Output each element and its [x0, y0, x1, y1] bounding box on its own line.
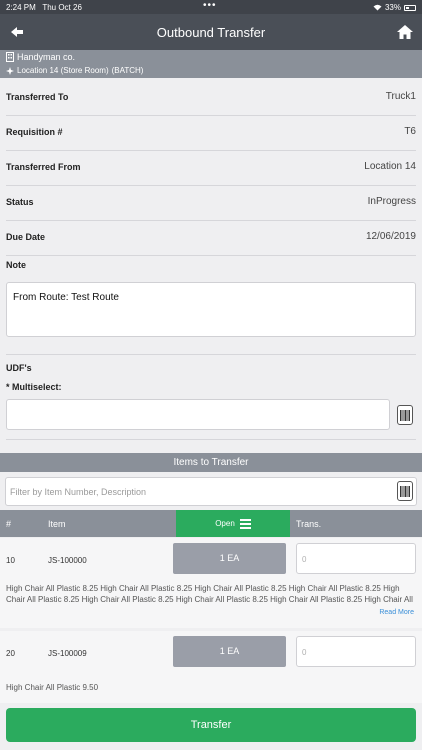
field-transferred-from: Transferred From Location 14 — [6, 151, 416, 186]
row-trans-field[interactable] — [296, 543, 416, 574]
building-icon — [6, 52, 14, 62]
company-strip: Handyman co. Location 14 (Store Room) (B… — [0, 50, 422, 78]
nav-bar: Outbound Transfer — [0, 14, 422, 50]
udf-label: UDF's — [6, 363, 32, 373]
field-transferred-to[interactable]: Transferred To Truck1 — [6, 81, 416, 116]
divider — [6, 354, 416, 355]
batch-tag: (BATCH) — [111, 66, 144, 75]
location-name: Location 14 (Store Room) — [17, 66, 109, 75]
item-filter-input[interactable] — [10, 483, 390, 501]
filter-scan-button[interactable] — [397, 481, 413, 501]
barcode-icon — [400, 410, 410, 421]
note-label: Note — [6, 260, 26, 270]
home-icon[interactable] — [396, 23, 414, 41]
column-item: Item — [48, 519, 66, 529]
row-trans-field[interactable] — [296, 636, 416, 667]
row-number: 10 — [6, 556, 15, 565]
row-trans-input[interactable] — [302, 552, 410, 566]
column-open-label: Open — [215, 519, 235, 528]
column-open-toggle[interactable]: Open — [176, 510, 290, 537]
multiselect-scan-button[interactable] — [397, 405, 413, 425]
item-filter-box[interactable] — [5, 477, 417, 506]
table-row: 10 JS-100000 1 EA High Chair All Plastic… — [0, 538, 422, 628]
note-field[interactable]: From Route: Test Route — [6, 282, 416, 337]
items-table-header: # Item Open Trans. — [0, 510, 422, 537]
items-section-header: Items to Transfer — [0, 453, 422, 472]
row-item-number: JS-100000 — [48, 556, 87, 565]
transfer-button[interactable]: Transfer — [6, 708, 416, 742]
status-date: Thu Oct 26 — [42, 3, 82, 12]
status-bar: 2:24 PM Thu Oct 26 ••• 33% — [0, 0, 422, 14]
company-name: Handyman co. — [17, 52, 76, 62]
wifi-icon — [373, 4, 382, 11]
status-time: 2:24 PM — [6, 3, 36, 12]
table-row: 20 JS-100009 1 EA High Chair All Plastic… — [0, 631, 422, 703]
location-icon — [6, 66, 14, 75]
column-trans: Trans. — [296, 519, 322, 529]
field-requisition: Requisition # T6 — [6, 116, 416, 151]
column-number: # — [6, 519, 12, 529]
multiselect-label: * Multiselect: — [6, 382, 62, 392]
multiselect-field[interactable] — [6, 399, 390, 430]
battery-icon — [404, 4, 416, 11]
row-description: High Chair All Plastic 9.50 — [6, 683, 99, 692]
row-open-qty[interactable]: 1 EA — [173, 636, 286, 667]
row-trans-input[interactable] — [302, 645, 410, 659]
multitask-dots[interactable]: ••• — [203, 0, 217, 11]
barcode-icon — [400, 486, 410, 497]
note-text: From Route: Test Route — [13, 292, 119, 303]
row-open-qty[interactable]: 1 EA — [173, 543, 286, 574]
row-item-number: JS-100009 — [48, 649, 87, 658]
field-due-date[interactable]: Due Date 12/06/2019 — [6, 221, 416, 256]
row-number: 20 — [6, 649, 15, 658]
divider — [6, 439, 416, 440]
field-status: Status InProgress — [6, 186, 416, 221]
menu-icon — [239, 518, 251, 529]
footer: Transfer — [0, 703, 422, 750]
row-description: High Chair All Plastic 8.25 High Chair A… — [6, 584, 413, 604]
page-title: Outbound Transfer — [156, 25, 266, 40]
read-more-link[interactable]: Read More — [379, 609, 414, 616]
battery-percent: 33% — [384, 3, 401, 12]
